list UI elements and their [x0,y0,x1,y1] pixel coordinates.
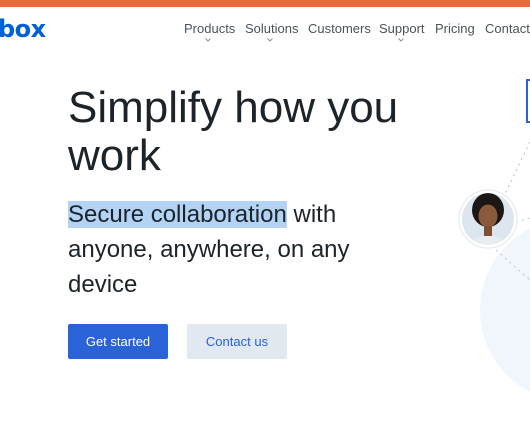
chevron-down-icon [205,38,211,44]
connector-lines [495,141,530,281]
selected-text: Secure collaboration [68,201,287,228]
person-avatar-icon [458,189,518,249]
contact-us-button[interactable]: Contact us [187,324,287,359]
nav-item-contact[interactable]: Contact [485,21,530,37]
nav-item-label: Contact [485,21,530,36]
chevron-down-icon [398,38,404,44]
hero-subtitle: Secure collaboration with anyone, anywhe… [68,197,398,302]
nav-item-label: Support [379,21,425,36]
nav-item-label: Products [184,21,236,36]
background-circle [480,228,530,392]
chevron-down-icon [267,38,273,44]
get-started-button[interactable]: Get started [68,324,168,359]
nav-item-label: Pricing [435,21,475,36]
nav-item-label: Solutions [245,21,299,36]
nav-item-pricing[interactable]: Pricing [435,21,475,37]
nav-item-products[interactable]: Products [184,21,236,42]
nav-item-label: Customers [308,21,371,36]
nav-item-solutions[interactable]: Solutions [245,21,299,42]
nav-item-support[interactable]: Support [379,21,425,42]
hero-title: Simplify how you work [68,83,399,180]
box-logo[interactable]: box [0,15,46,43]
top-accent-strip [0,0,530,7]
nav-item-customers[interactable]: Customers [308,21,371,37]
